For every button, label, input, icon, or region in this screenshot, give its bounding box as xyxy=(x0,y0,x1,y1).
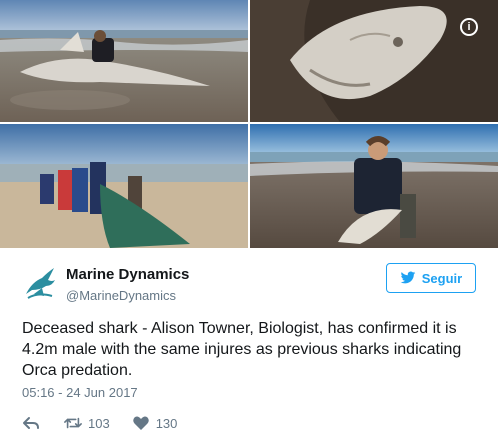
tweet-header: Marine Dynamics @MarineDynamics Seguir xyxy=(0,262,498,310)
like-count: 130 xyxy=(155,415,178,431)
timestamp[interactable]: 05:16 - 24 Jun 2017 xyxy=(22,385,138,400)
photo-2[interactable]: i xyxy=(250,0,498,122)
retweet-button[interactable]: 103 xyxy=(64,415,110,431)
shark-logo-icon xyxy=(26,268,55,299)
follow-label: Seguir xyxy=(421,270,463,286)
account-names: Marine Dynamics @MarineDynamics xyxy=(66,266,189,305)
retweet-count: 103 xyxy=(88,415,110,431)
info-icon[interactable]: i xyxy=(460,18,478,36)
tweet-text: Deceased shark - Alison Towner, Biologis… xyxy=(22,320,462,379)
retweet-icon xyxy=(64,417,82,429)
avatar[interactable] xyxy=(22,264,58,300)
display-name[interactable]: Marine Dynamics xyxy=(66,266,189,284)
twitter-bird-icon xyxy=(400,271,416,284)
follow-button[interactable]: Seguir xyxy=(386,263,476,293)
tweet-card: i Marine Dynamics @MarineDynamics Seguir… xyxy=(0,0,498,448)
reply-icon xyxy=(23,417,39,429)
photo-grid: i xyxy=(0,0,498,248)
photo-4[interactable] xyxy=(250,124,498,248)
like-button[interactable]: 130 xyxy=(132,415,178,431)
photo-1[interactable] xyxy=(0,0,248,122)
photo-3[interactable] xyxy=(0,124,248,248)
tweet-actions: 103 130 xyxy=(22,413,199,433)
account-handle[interactable]: @MarineDynamics xyxy=(66,287,189,305)
reply-button[interactable] xyxy=(22,415,40,431)
heart-icon xyxy=(132,416,149,430)
